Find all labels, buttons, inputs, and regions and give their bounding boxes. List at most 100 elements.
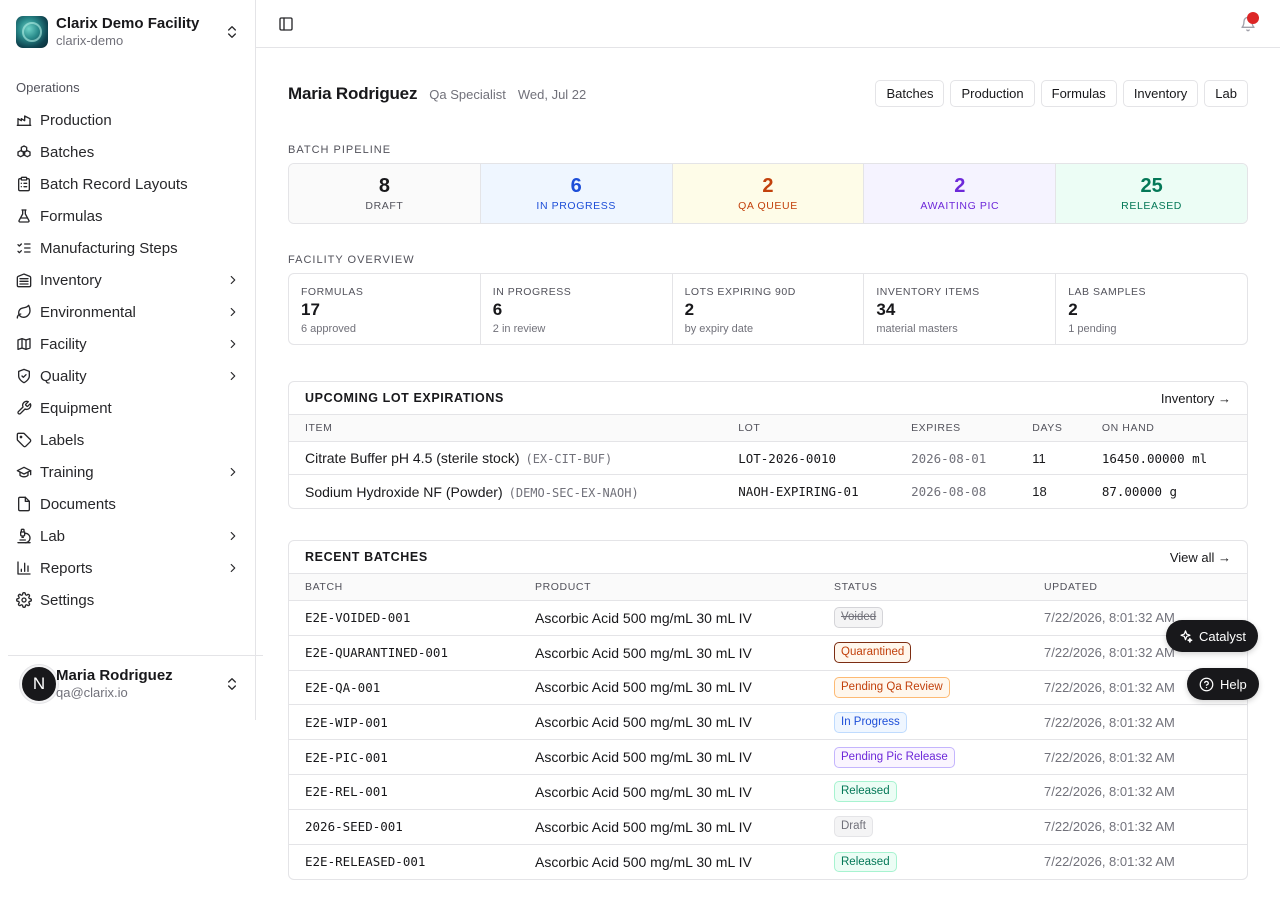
- map-icon: [17, 338, 31, 350]
- sidebar-item-label: Equipment: [40, 399, 112, 417]
- expiry-date: 2026-08-01: [911, 450, 987, 466]
- batch-number[interactable]: E2E-WIP-001: [305, 715, 535, 730]
- greeting: Maria Rodriguez Qa Specialist Wed, Jul 2…: [288, 84, 586, 104]
- tile-label: INVENTORY ITEMS: [876, 286, 980, 298]
- org-logo: [16, 16, 48, 48]
- bar-chart-icon: [17, 561, 31, 575]
- quick-link-production[interactable]: Production: [950, 80, 1035, 107]
- pipeline-stage[interactable]: 25 RELEASED: [1056, 164, 1247, 223]
- quick-link-inventory[interactable]: Inventory: [1122, 80, 1199, 107]
- batch-number[interactable]: E2E-QUARANTINED-001: [305, 645, 535, 660]
- clipboard-list-icon: [18, 176, 30, 192]
- file-icon: [18, 496, 30, 512]
- sidebar-item-production[interactable]: Production: [8, 104, 248, 136]
- sidebar-item-formulas[interactable]: Formulas: [8, 200, 248, 232]
- sidebar-toggle-icon[interactable]: [278, 16, 294, 32]
- warehouse-icon: [16, 273, 32, 288]
- nav-section-label: Operations: [16, 80, 80, 95]
- tile-label: FORMULAS: [301, 286, 364, 298]
- product-name: Ascorbic Acid 500 mg/mL 30 mL IV: [535, 783, 752, 800]
- help-button[interactable]: Help: [1187, 668, 1259, 700]
- quick-link-formulas[interactable]: Formulas: [1040, 80, 1117, 107]
- table-row[interactable]: E2E-RELEASED-001 Ascorbic Acid 500 mg/mL …: [289, 845, 1247, 880]
- pipeline-stage[interactable]: 6 IN PROGRESS: [480, 164, 673, 223]
- shield-check-icon: [18, 368, 30, 384]
- updated-time: 7/22/2026, 8:01:32 AM: [1044, 854, 1175, 870]
- org-switcher[interactable]: Clarix Demo Facility clarix-demo: [8, 8, 248, 56]
- batch-number[interactable]: E2E-VOIDED-001: [305, 610, 535, 625]
- quick-link-lab[interactable]: Lab: [1204, 80, 1248, 107]
- stage-label: AWAITING PIC: [920, 200, 1000, 212]
- table-row[interactable]: 2026-SEED-001 Ascorbic Acid 500 mg/mL 30 …: [289, 810, 1247, 845]
- sidebar-item-equipment[interactable]: Equipment: [8, 392, 248, 424]
- user-menu[interactable]: N Maria Rodriguez qa@clarix.io: [8, 660, 248, 708]
- pipeline-stage[interactable]: 8 DRAFT: [289, 164, 481, 223]
- pipeline-stage[interactable]: 2 QA QUEUE: [672, 164, 865, 223]
- table-row[interactable]: E2E-QA-001 Ascorbic Acid 500 mg/mL 30 mL …: [289, 671, 1247, 706]
- card-title: RECENT BATCHES: [305, 550, 428, 564]
- avatar: N: [20, 665, 58, 703]
- table-row[interactable]: E2E-WIP-001 Ascorbic Acid 500 mg/mL 30 mL…: [289, 705, 1247, 741]
- pipeline-stage[interactable]: 2 AWAITING PIC: [864, 164, 1057, 223]
- product-name: Ascorbic Acid 500 mg/mL 30 mL IV: [535, 714, 752, 731]
- sidebar-item-lab[interactable]: Lab: [8, 520, 248, 552]
- sidebar-item-settings[interactable]: Settings: [8, 584, 248, 616]
- table-body: E2E-VOIDED-001 Ascorbic Acid 500 mg/mL 30…: [289, 601, 1247, 879]
- factory-icon: [16, 115, 32, 126]
- batch-number[interactable]: E2E-REL-001: [305, 784, 535, 799]
- quick-link-batches[interactable]: Batches: [875, 80, 945, 107]
- sidebar-item-training[interactable]: Training: [8, 456, 248, 488]
- chevron-right-icon: [230, 339, 236, 349]
- sidebar-item-documents[interactable]: Documents: [8, 488, 248, 520]
- overview-tile[interactable]: FORMULAS 17 6 approved: [289, 274, 481, 344]
- chevrons-up-down-icon: [228, 26, 236, 38]
- sidebar-item-inventory[interactable]: Inventory: [8, 264, 248, 296]
- overview-tile[interactable]: INVENTORY ITEMS 34 material masters: [864, 274, 1057, 344]
- sidebar-item-environmental[interactable]: Environmental: [8, 296, 248, 328]
- chevron-right-icon: [230, 307, 236, 317]
- table-row[interactable]: Citrate Buffer pH 4.5 (sterile stock) (EX…: [289, 442, 1247, 475]
- overview-tile[interactable]: IN PROGRESS 6 2 in review: [481, 274, 673, 344]
- table-row[interactable]: E2E-QUARANTINED-001 Ascorbic Acid 500 mg/…: [289, 636, 1247, 671]
- tag-icon: [16, 432, 32, 448]
- sparkles-icon: [1180, 629, 1193, 643]
- batch-number[interactable]: 2026-SEED-001: [305, 819, 535, 834]
- tile-subtext: 1 pending: [1068, 322, 1117, 335]
- sidebar-item-reports[interactable]: Reports: [8, 552, 248, 584]
- tile-subtext: by expiry date: [684, 322, 754, 335]
- sidebar-item-label: Batch Record Layouts: [40, 175, 188, 193]
- batch-number[interactable]: E2E-PIC-001: [305, 750, 535, 765]
- overview-tile[interactable]: LAB SAMPLES 2 1 pending: [1056, 274, 1247, 344]
- sidebar-item-batch-record-layouts[interactable]: Batch Record Layouts: [8, 168, 248, 200]
- sidebar-item-quality[interactable]: Quality: [8, 360, 248, 392]
- pipeline-caption: BATCH PIPELINE: [288, 144, 392, 156]
- status-badge: Released: [834, 851, 897, 873]
- table-header: BATCH PRODUCT STATUS UPDATED: [289, 574, 1247, 601]
- overview-caption: FACILITY OVERVIEW: [288, 254, 415, 266]
- sidebar-item-facility[interactable]: Facility: [8, 328, 248, 360]
- inventory-link[interactable]: Inventory →: [1161, 391, 1231, 406]
- product-name: Ascorbic Acid 500 mg/mL 30 mL IV: [535, 818, 752, 835]
- sidebar-item-label: Facility: [40, 335, 87, 353]
- item-code: (DEMO-SEC-EX-NAOH): [508, 485, 639, 500]
- tile-value: 2: [684, 300, 695, 319]
- stage-count: 2: [954, 175, 966, 197]
- catalyst-button[interactable]: Catalyst: [1166, 620, 1258, 652]
- table-row[interactable]: Sodium Hydroxide NF (Powder) (DEMO-SEC-EX…: [289, 475, 1247, 508]
- quick-links: Batches Production Formulas Inventory Lab: [875, 80, 1248, 107]
- batch-number[interactable]: E2E-QA-001: [305, 680, 535, 695]
- stage-label: IN PROGRESS: [536, 200, 616, 212]
- table-row[interactable]: E2E-VOIDED-001 Ascorbic Acid 500 mg/mL 30…: [289, 601, 1247, 636]
- sidebar-item-labels[interactable]: Labels: [8, 424, 248, 456]
- view-all-link[interactable]: View all →: [1170, 550, 1231, 565]
- sidebar-item-manufacturing-steps[interactable]: Manufacturing Steps: [8, 232, 248, 264]
- product-name: Ascorbic Acid 500 mg/mL 30 mL IV: [535, 609, 752, 626]
- table-row[interactable]: E2E-PIC-001 Ascorbic Acid 500 mg/mL 30 mL…: [289, 740, 1247, 775]
- column-header: ON HAND: [1101, 422, 1155, 434]
- sidebar-item-batches[interactable]: Batches: [8, 136, 248, 168]
- batch-number[interactable]: E2E-RELEASED-001: [305, 854, 535, 869]
- table-row[interactable]: E2E-REL-001 Ascorbic Acid 500 mg/mL 30 mL…: [289, 775, 1247, 810]
- overview-tile[interactable]: LOTS EXPIRING 90D 2 by expiry date: [673, 274, 865, 344]
- status-badge: Released: [834, 781, 897, 803]
- tile-value: 6: [492, 300, 503, 319]
